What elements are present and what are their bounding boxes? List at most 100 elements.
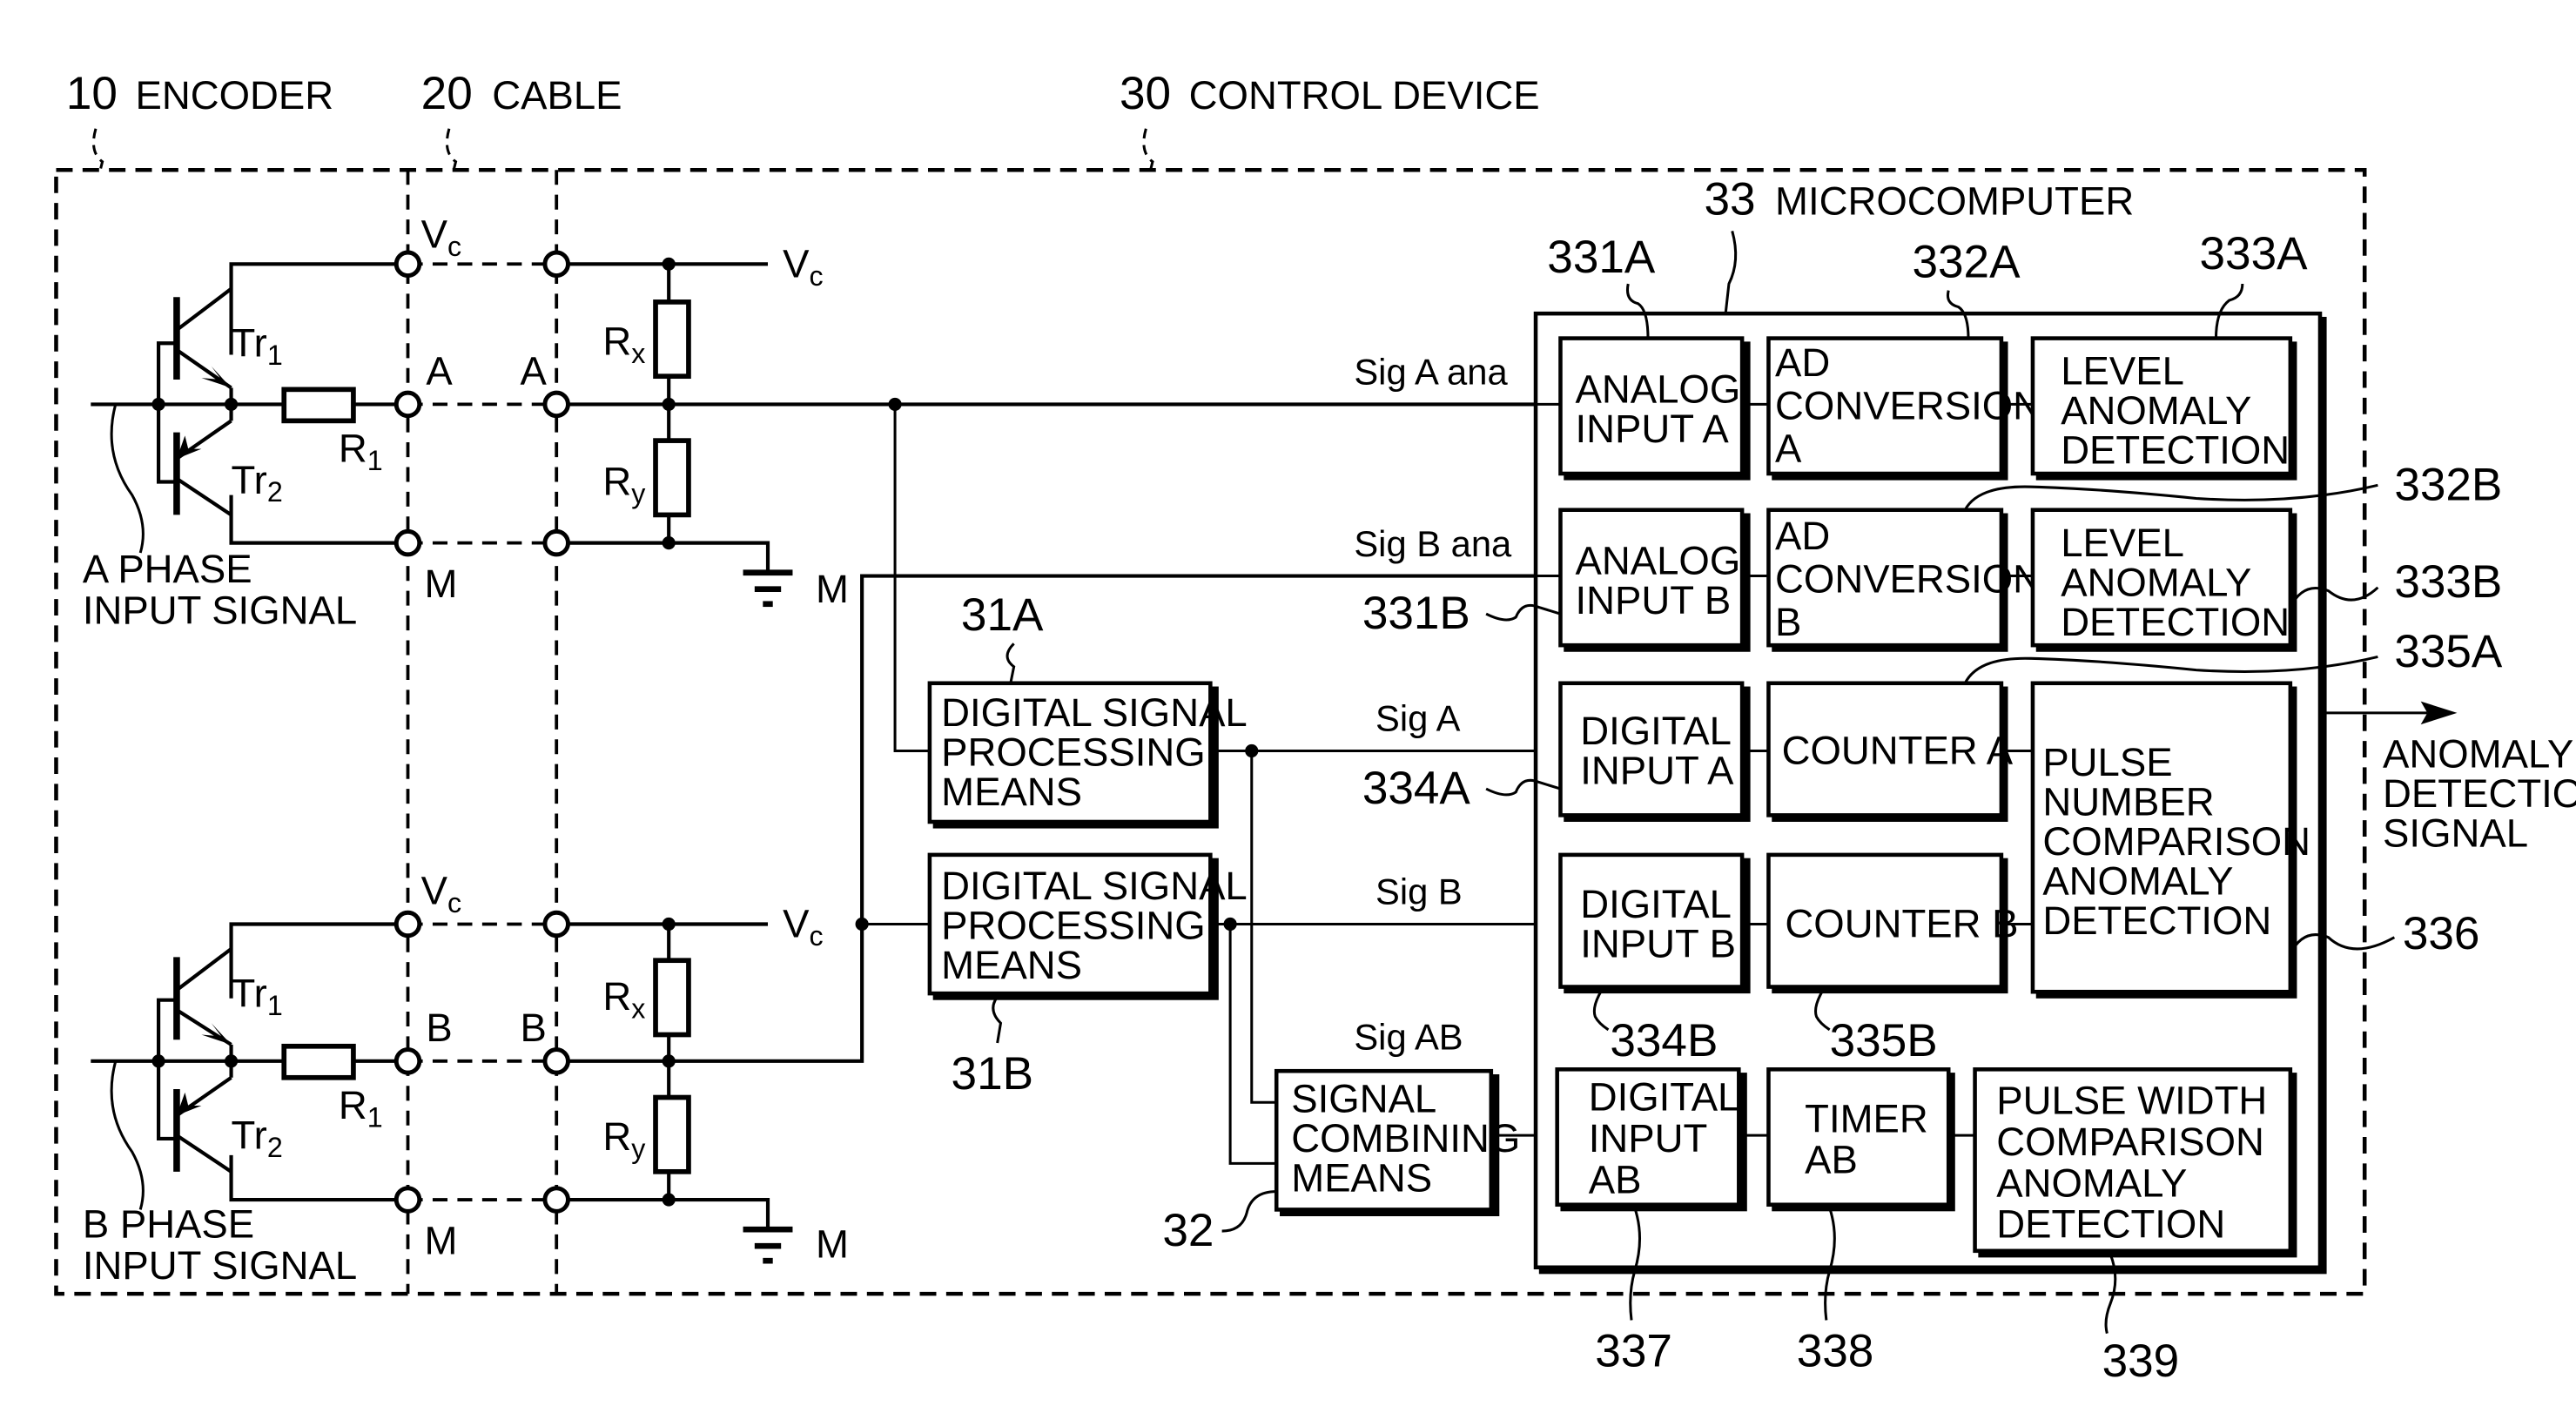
combiner-block: SIGNAL COMBINING MEANS 32 <box>1162 1068 1520 1256</box>
b-vc-node <box>662 917 676 932</box>
b-tr2-collector <box>175 1134 232 1174</box>
timer-ab-line2: AB <box>1805 1138 1858 1182</box>
b-vc-supply-sub: c <box>809 920 823 952</box>
ad-conv-a-line3: A <box>1775 427 1802 471</box>
level-anom-a-line1: LEVEL <box>2061 349 2184 394</box>
control-device-ref: 30 <box>1120 68 1171 119</box>
control-device-leader <box>1142 128 1154 176</box>
b-vc-terminal-sub: c <box>447 887 461 918</box>
analog-input-b-ref: 331B <box>1362 588 1470 639</box>
pulse-width-line2: COMPARISON <box>1996 1120 2264 1164</box>
control-device-label: CONTROL DEVICE <box>1189 73 1540 118</box>
a-r1-sub: 1 <box>367 445 383 476</box>
sig-a-ana-label: Sig A ana <box>1354 352 1508 393</box>
b-r1-sub: 1 <box>367 1102 383 1134</box>
svg-text:Vc: Vc <box>783 241 823 291</box>
a-vc-supply-label: V <box>783 241 810 286</box>
a-signal-terminal-encoder <box>393 390 422 419</box>
ad-conv-b-line2: CONVERSION <box>1775 557 2041 602</box>
a-vc-supply-sub: c <box>809 260 823 292</box>
encoder-label: ENCODER <box>136 73 334 118</box>
b-rx-sub: x <box>631 993 645 1025</box>
a-signal-terminal-control <box>542 390 570 419</box>
a-m-terminal-label: M <box>424 562 457 606</box>
svg-text:Vc: Vc <box>421 869 461 918</box>
b-terminal-label-encoder: B <box>426 1006 452 1050</box>
a-sig-node <box>662 397 676 411</box>
dsp-a-ref: 31A <box>961 589 1044 641</box>
level-anom-b-line1: LEVEL <box>2061 521 2184 565</box>
ad-conv-a-line2: CONVERSION <box>1775 383 2041 427</box>
microcomputer-leader <box>1724 230 1738 314</box>
cable-leader <box>445 128 458 176</box>
a-r1-resistor <box>281 387 356 424</box>
a-vc-terminal-encoder <box>393 250 422 279</box>
level-anom-b-line3: DETECTION <box>2061 600 2290 644</box>
a-rx-sub: x <box>631 338 645 369</box>
analog-input-a-ref: 331A <box>1547 232 1656 283</box>
a-base-node <box>151 397 165 411</box>
a-ry-resistor <box>653 438 691 518</box>
b-sig-node <box>662 1054 676 1068</box>
digital-input-b-ref: 334B <box>1610 1015 1718 1066</box>
a-tr1-collector <box>175 287 232 332</box>
dsp-b-line3: MEANS <box>941 943 1082 987</box>
dsp-b-block: DIGITAL SIGNAL PROCESSING MEANS 31B <box>927 852 1248 1100</box>
svg-text:Rx: Rx <box>602 320 645 369</box>
digital-input-ab-line1: DIGITAL <box>1589 1075 1740 1120</box>
counter-a-line1: COUNTER A <box>1782 729 2014 773</box>
encoder-anomaly-detection-diagram: 10 ENCODER 20 CABLE 30 CONTROL DEVICE A … <box>54 68 2576 1387</box>
level-anom-b-line2: ANOMALY <box>2061 560 2251 604</box>
ad-conv-b-ref: 332B <box>2394 459 2502 510</box>
dsp-a-line1: DIGITAL SIGNAL <box>941 690 1248 735</box>
svg-text:Rx: Rx <box>602 974 645 1024</box>
b-tr2-label: Tr <box>232 1113 267 1157</box>
a-vc-terminal-control <box>542 250 570 279</box>
pulse-number-line3: COMPARISON <box>2042 819 2310 864</box>
dsp-a-line3: MEANS <box>941 770 1082 814</box>
a-ry-label: R <box>602 460 631 504</box>
b-tr1-collector <box>175 947 232 992</box>
a-phase-label-line1: A PHASE <box>83 547 252 591</box>
a-tr2-label: Tr <box>232 458 267 502</box>
level-anom-b-ref: 333B <box>2394 556 2502 608</box>
dsp-b-line1: DIGITAL SIGNAL <box>941 864 1248 908</box>
combiner-leader <box>1221 1190 1277 1233</box>
analog-input-a-line2: INPUT A <box>1576 407 1730 451</box>
svg-text:Ry: Ry <box>602 460 646 509</box>
timer-ab-ref: 338 <box>1797 1326 1874 1377</box>
a-rx-label: R <box>602 320 631 364</box>
b-vc-supply-label: V <box>783 902 810 946</box>
b-tr2-arrow-icon <box>176 1092 202 1116</box>
pulse-number-ref: 336 <box>2403 908 2480 959</box>
a-r1-label: R <box>339 427 367 471</box>
anomaly-output-line1: ANOMALY <box>2383 731 2573 776</box>
b-tr1-sub: 1 <box>267 990 283 1021</box>
cable-label: CABLE <box>492 73 622 118</box>
svg-text:Tr1: Tr1 <box>232 971 283 1020</box>
dsp-b-line2: PROCESSING <box>941 904 1206 948</box>
b-ry-sub: y <box>631 1134 646 1165</box>
pulse-number-line2: NUMBER <box>2042 779 2214 824</box>
encoder-section-header: 10 ENCODER <box>66 68 334 176</box>
anomaly-output-line2: DETECTION <box>2383 771 2576 816</box>
encoder-leader <box>92 128 104 176</box>
a-phase-circuit: A PHASE INPUT SIGNAL Tr1 Tr2 R1 Rx Ry Vc… <box>83 212 1537 633</box>
ad-conv-a-ref: 332A <box>1912 236 2021 287</box>
b-ground-icon <box>743 1226 793 1264</box>
pulse-width-line3: ANOMALY <box>1996 1160 2187 1205</box>
ad-conv-b-line1: AD <box>1775 514 1830 558</box>
b-ground-label: M <box>816 1221 849 1266</box>
combiner-line2: COMBINING <box>1291 1116 1520 1160</box>
anomaly-output-line3: SIGNAL <box>2383 811 2528 855</box>
level-anom-a-line3: DETECTION <box>2061 428 2290 473</box>
a-terminal-label-encoder: A <box>426 349 453 394</box>
b-rx-resistor <box>653 958 691 1038</box>
digital-input-a-line2: INPUT A <box>1580 748 1734 792</box>
svg-text:Tr1: Tr1 <box>232 320 283 370</box>
microcomputer-block: 33 MICROCOMPUTER ANALOG INPUT A 331A AD <box>1362 173 2503 1386</box>
a-tr2-collector <box>175 476 232 517</box>
analog-input-a-block: ANALOG INPUT A 331A <box>1547 232 1751 481</box>
timer-ab-line1: TIMER <box>1805 1096 1928 1140</box>
a-tr1-sub: 1 <box>267 340 283 371</box>
